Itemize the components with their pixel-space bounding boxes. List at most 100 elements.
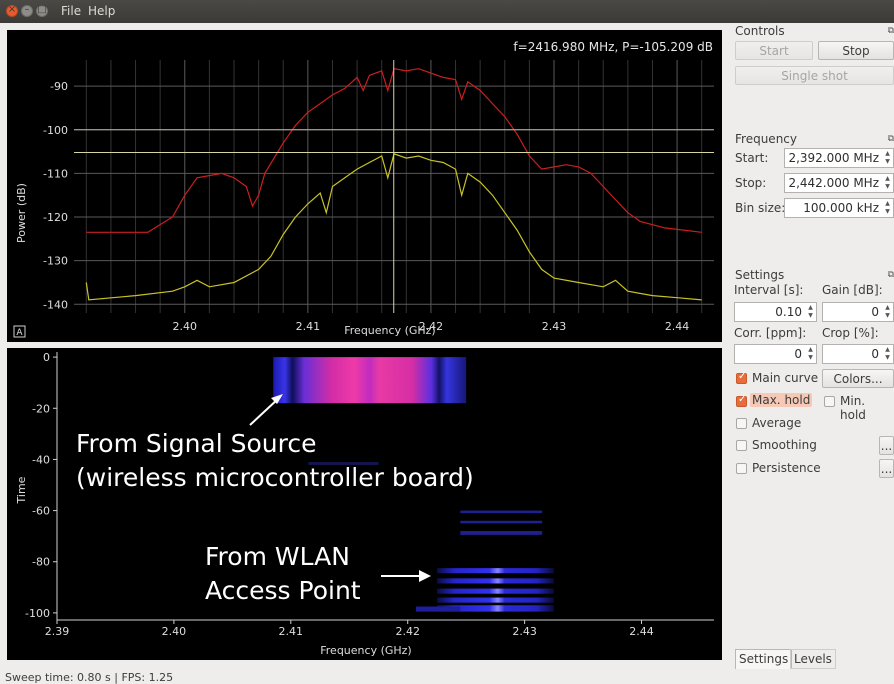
- stop-button[interactable]: Stop: [818, 41, 894, 60]
- side-panel: Controls ⧉ Start Stop Single shot Freque…: [722, 23, 894, 660]
- tab-levels[interactable]: Levels: [790, 649, 836, 669]
- average-checkbox[interactable]: [736, 418, 747, 429]
- colors-button[interactable]: Colors...: [822, 369, 894, 388]
- status-bar: Sweep time: 0.80 s | FPS: 1.25: [5, 671, 174, 684]
- smoothing-checkbox[interactable]: [736, 440, 747, 451]
- wlan-band: [436, 568, 554, 574]
- spectrum-y-tick-label: -130: [43, 255, 68, 268]
- spectrum-y-tick-label: -140: [43, 298, 68, 311]
- crop-label: Crop [%]:: [822, 326, 879, 340]
- gain-value: 0: [871, 305, 879, 319]
- corr-input[interactable]: 0 ▲ ▼: [734, 344, 817, 364]
- frequency-group-title: Frequency: [735, 132, 797, 146]
- wlan-band: [415, 606, 461, 612]
- max-hold-checkbox[interactable]: [736, 394, 747, 407]
- menu-file[interactable]: File: [61, 4, 81, 18]
- spin-arrows-icon[interactable]: ▲ ▼: [806, 346, 815, 362]
- gain-label: Gain [dB]:: [822, 283, 883, 297]
- spectrum-x-tick-label: 2.43: [542, 320, 567, 333]
- wlan-band: [436, 597, 554, 603]
- crop-value: 0: [871, 347, 879, 361]
- spectrum-y-tick-label: -110: [43, 167, 68, 180]
- autoscale-icon: A: [16, 328, 23, 338]
- waterfall-x-tick-label: 2.40: [162, 625, 187, 638]
- single-shot-button[interactable]: Single shot: [735, 66, 894, 85]
- minimize-window-button[interactable]: –: [21, 4, 33, 17]
- wlan-weak-band: [460, 520, 543, 524]
- spin-arrows-icon[interactable]: ▲ ▼: [806, 304, 815, 320]
- waterfall-y-tick-label: -40: [32, 453, 50, 466]
- waterfall-y-tick-label: -60: [32, 505, 50, 518]
- waterfall-y-tick-label: -80: [32, 556, 50, 569]
- bin-size-label: Bin size:: [735, 201, 786, 215]
- stop-label: Stop:: [735, 176, 767, 190]
- controls-group-title: Controls: [735, 24, 785, 38]
- start-frequency-value: 2,392.000 MHz: [788, 151, 879, 165]
- waterfall-x-tick-label: 2.44: [629, 625, 654, 638]
- dock-float-icon[interactable]: ⧉: [888, 26, 894, 36]
- main-curve-checkbox[interactable]: [736, 371, 747, 384]
- persistence-checkbox[interactable]: [736, 463, 747, 474]
- dock-float-icon[interactable]: ⧉: [888, 134, 894, 144]
- stop-frequency-input[interactable]: 2,442.000 MHz ▲ ▼: [784, 173, 894, 193]
- waterfall-x-tick-label: 2.43: [512, 625, 537, 638]
- bin-size-value: 100.000 kHz: [803, 201, 879, 215]
- spectrum-y-axis-label: Power (dB): [15, 183, 28, 243]
- persistence-options-button[interactable]: ...: [879, 459, 894, 478]
- close-icon: ×: [7, 4, 17, 15]
- interval-label: Interval [s]:: [734, 283, 804, 297]
- spectrum-x-tick-label: 2.40: [173, 320, 198, 333]
- crop-input[interactable]: 0 ▲ ▼: [822, 344, 894, 364]
- dock-float-icon[interactable]: ⧉: [888, 270, 894, 280]
- waterfall-y-tick-label: -20: [32, 402, 50, 415]
- min-hold-checkbox[interactable]: [824, 396, 835, 407]
- settings-group-title: Settings: [735, 268, 785, 282]
- close-window-button[interactable]: ×: [6, 4, 18, 17]
- waterfall-x-tick-label: 2.42: [395, 625, 420, 638]
- arrow-head-icon: [419, 570, 431, 582]
- waterfall-y-axis-label: Time: [15, 476, 28, 504]
- spin-arrows-icon[interactable]: ▲ ▼: [883, 346, 892, 362]
- smoothing-options-button[interactable]: ...: [879, 436, 894, 455]
- spectrum-plot[interactable]: 2.40 2.41 2.42 2.43 2.44 -90 -100 -110 -120 -130-…: [7, 30, 722, 342]
- gain-input[interactable]: 0 ▲ ▼: [822, 302, 894, 322]
- interval-value: 0.10: [775, 305, 802, 319]
- spin-arrows-icon[interactable]: ▲ ▼: [883, 200, 892, 216]
- annotation-wlan-line2: Access Point: [205, 576, 361, 605]
- spin-arrows-icon[interactable]: ▲ ▼: [883, 150, 892, 166]
- wlan-band: [436, 588, 554, 594]
- wlan-band: [436, 578, 554, 584]
- stop-frequency-value: 2,442.000 MHz: [788, 176, 879, 190]
- waterfall-plot[interactable]: 2.39 2.40 2.41 2.42 2.43 2.44 0 -20 -40 -60 -80 -10…: [7, 348, 722, 660]
- waterfall-chart: 2.39 2.40 2.41 2.42 2.43 2.44 0 -20 -40 -60 -80 -10…: [15, 351, 714, 657]
- annotation-wlan-line1: From WLAN: [205, 542, 350, 571]
- signal-source-band: [273, 357, 467, 404]
- wlan-weak-band: [460, 531, 543, 535]
- maximize-window-button[interactable]: □: [36, 4, 48, 17]
- persistence-label: Persistence: [752, 461, 821, 475]
- corr-value: 0: [794, 347, 802, 361]
- interval-input[interactable]: 0.10 ▲ ▼: [734, 302, 817, 322]
- tab-settings[interactable]: Settings: [735, 649, 793, 669]
- corr-label: Corr. [ppm]:: [734, 326, 807, 340]
- bin-size-input[interactable]: 100.000 kHz ▲ ▼: [784, 198, 894, 218]
- max-hold-label: Max. hold: [750, 393, 813, 407]
- waterfall-x-tick-label: 2.39: [45, 625, 70, 638]
- waterfall-y-tick-label: 0: [43, 351, 50, 364]
- spin-arrows-icon[interactable]: ▲ ▼: [883, 175, 892, 191]
- spectrum-x-axis-label: Frequency (GHz): [344, 324, 435, 337]
- menu-help[interactable]: Help: [88, 4, 115, 18]
- spectrum-y-tick-label: -100: [43, 124, 68, 137]
- spin-arrows-icon[interactable]: ▲ ▼: [883, 304, 892, 320]
- waterfall-y-tick-label: -100: [25, 607, 50, 620]
- spectrum-x-tick-label: 2.41: [296, 320, 321, 333]
- average-label: Average: [752, 416, 802, 430]
- spectrum-y-tick-label: -120: [43, 211, 68, 224]
- cursor-readout: f=2416.980 MHz, P=-105.209 dB: [513, 40, 713, 54]
- start-frequency-input[interactable]: 2,392.000 MHz ▲ ▼: [784, 148, 894, 168]
- start-button[interactable]: Start: [735, 41, 813, 60]
- waterfall-x-tick-label: 2.41: [279, 625, 304, 638]
- wlan-weak-band: [460, 510, 543, 514]
- annotation-arrow-source: [249, 397, 280, 426]
- waterfall-x-axis-label: Frequency (GHz): [320, 644, 411, 657]
